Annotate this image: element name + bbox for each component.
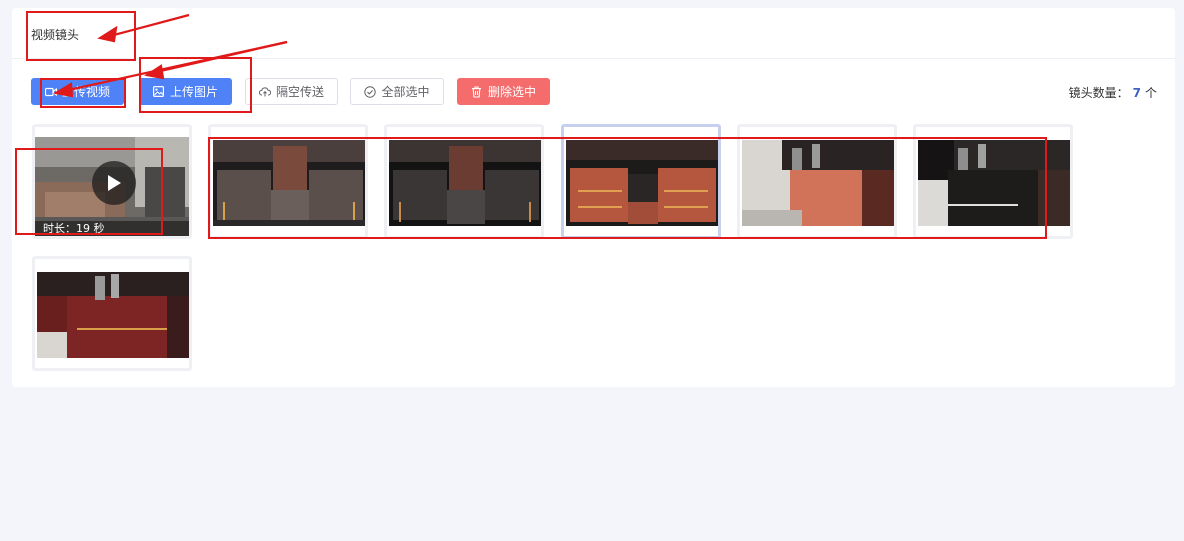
delete-selected-label: 删除选中 bbox=[487, 85, 536, 99]
shot-tile-image[interactable] bbox=[737, 124, 897, 239]
image-thumbnail bbox=[742, 140, 894, 226]
image-thumbnail bbox=[213, 140, 365, 226]
upload-image-button[interactable]: 上传图片 bbox=[139, 78, 232, 105]
select-all-label: 全部选中 bbox=[381, 85, 430, 99]
image-thumbnail bbox=[389, 140, 541, 226]
shot-tile-image[interactable] bbox=[32, 256, 192, 371]
video-duration: 时长：19 秒 bbox=[35, 221, 189, 236]
check-circle-icon bbox=[364, 85, 377, 98]
image-thumbnail bbox=[566, 140, 718, 226]
card-header: 视频镜头 bbox=[12, 8, 1175, 59]
upload-video-label: 上传视频 bbox=[61, 85, 110, 99]
toolbar: 上传视频 上传图片 隔空传送 全部选中 删除选中 镜头数量： 7 个 bbox=[31, 78, 1157, 106]
shot-tile-image[interactable] bbox=[384, 124, 544, 239]
section-title: 视频镜头 bbox=[31, 28, 80, 42]
shot-count: 镜头数量： 7 个 bbox=[1069, 84, 1157, 101]
airdrop-button[interactable]: 隔空传送 bbox=[245, 78, 338, 105]
shot-count-label: 镜头数量： bbox=[1068, 86, 1129, 100]
shot-tile-image-selected[interactable] bbox=[561, 124, 721, 239]
upload-image-label: 上传图片 bbox=[169, 85, 218, 99]
shot-count-value: 7 bbox=[1132, 86, 1141, 100]
image-icon bbox=[153, 86, 165, 98]
airdrop-label: 隔空传送 bbox=[275, 85, 324, 99]
shot-count-unit: 个 bbox=[1144, 86, 1157, 100]
play-icon bbox=[106, 174, 122, 192]
shot-tile-image[interactable] bbox=[913, 124, 1073, 239]
shot-tile-video[interactable]: 时长：19 秒 bbox=[32, 124, 192, 239]
video-thumbnail: 时长：19 秒 bbox=[35, 137, 189, 236]
image-thumbnail bbox=[918, 140, 1070, 226]
image-thumbnail bbox=[37, 272, 189, 358]
select-all-button[interactable]: 全部选中 bbox=[350, 78, 444, 105]
shot-tile-image[interactable] bbox=[208, 124, 368, 239]
delete-selected-button[interactable]: 删除选中 bbox=[457, 78, 550, 105]
video-icon bbox=[44, 86, 57, 98]
cloud-upload-icon bbox=[258, 86, 271, 98]
play-button[interactable] bbox=[92, 161, 136, 205]
trash-icon bbox=[471, 85, 483, 98]
upload-video-button[interactable]: 上传视频 bbox=[31, 78, 124, 105]
